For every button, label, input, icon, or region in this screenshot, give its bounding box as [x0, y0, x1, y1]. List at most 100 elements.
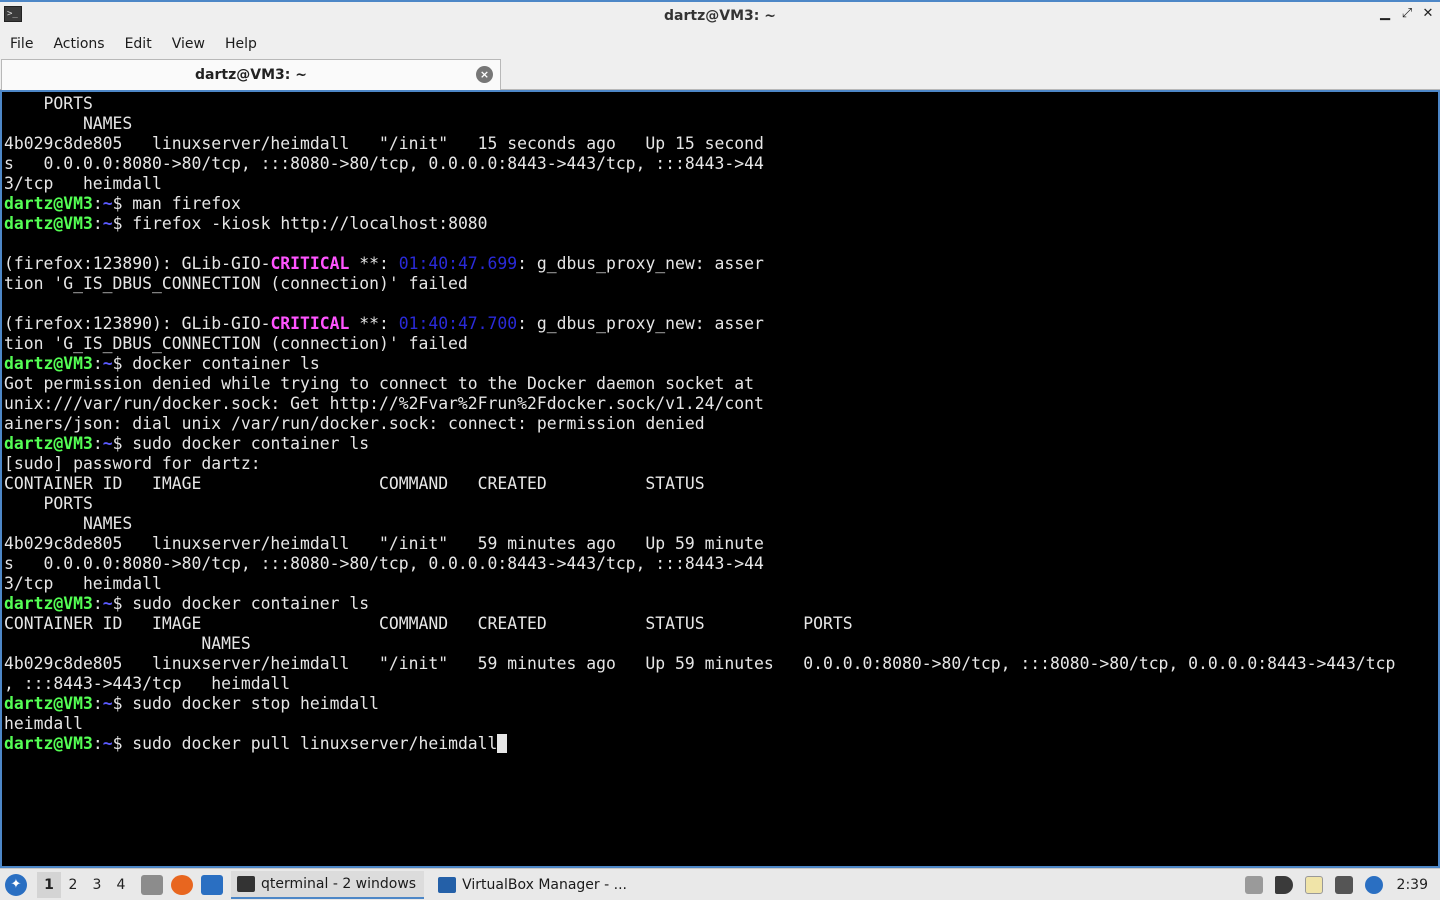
terminal-text: **: [349, 254, 399, 273]
terminal-line: 3/tcp heimdall [4, 574, 1395, 594]
terminal-text: tion 'G_IS_DBUS_CONNECTION (connection)'… [4, 334, 468, 353]
terminal-text: 3/tcp heimdall [4, 574, 162, 593]
terminal-text: NAMES [4, 114, 133, 133]
notification-icon[interactable] [1364, 875, 1383, 894]
terminal-text: CONTAINER ID IMAGE COMMAND CREATED STATU… [4, 474, 705, 493]
terminal-line: NAMES [4, 114, 1395, 134]
terminal-text: $ sudo docker pull linuxserver/heimdall [112, 734, 498, 753]
terminal-line: dartz@VM3:~$ firefox -kiosk http://local… [4, 214, 1395, 234]
terminal-app-icon[interactable]: >_ [4, 6, 22, 22]
terminal-text: tion 'G_IS_DBUS_CONNECTION (connection)'… [4, 274, 468, 293]
terminal-text: s 0.0.0.0:8080->80/tcp, :::8080->80/tcp,… [4, 154, 764, 173]
terminal-text: : [92, 594, 103, 613]
terminal-text: : g_dbus_proxy_new: asser [517, 314, 764, 333]
maximize-icon[interactable]: ⤢ [1398, 6, 1416, 21]
terminal-text: , :::8443->443/tcp heimdall [4, 674, 291, 693]
volume-icon[interactable] [1274, 875, 1293, 894]
tray-eject-icon[interactable] [1244, 875, 1263, 894]
terminal-line: NAMES [4, 634, 1395, 654]
desktop-4[interactable]: 4 [109, 872, 133, 898]
terminal-line: dartz@VM3:~$ sudo docker container ls [4, 594, 1395, 614]
text-cursor [497, 734, 508, 753]
terminal-prompt: dartz@VM3 [4, 194, 93, 213]
system-tray: 2:39 [1239, 869, 1440, 900]
terminal-line: (firefox:123890): GLib-GIO-CRITICAL **: … [4, 314, 1395, 334]
terminal-text: **: [349, 314, 399, 333]
terminal-line: s 0.0.0.0:8080->80/tcp, :::8080->80/tcp,… [4, 554, 1395, 574]
terminal-tilde: ~ [102, 194, 113, 213]
terminal-line: 4b029c8de805 linuxserver/heimdall "/init… [4, 654, 1395, 674]
terminal-line: NAMES [4, 514, 1395, 534]
terminal-text: 4b029c8de805 linuxserver/heimdall "/init… [4, 654, 1396, 673]
terminal-text: PORTS [4, 94, 93, 113]
menu-actions[interactable]: Actions [43, 36, 114, 52]
terminal-output: PORTS NAMES 4b029c8de805 linuxserver/heim… [4, 94, 1395, 754]
terminal-text: : g_dbus_proxy_new: asser [517, 254, 764, 273]
tab-label: dartz@VM3: ~ [195, 67, 307, 83]
terminal-line: heimdall [4, 714, 1395, 734]
terminal-text: heimdall [4, 714, 83, 733]
desktop-1[interactable]: 1 [37, 871, 61, 898]
menu-bar: File Actions Edit View Help [0, 30, 1440, 57]
terminal-icon [237, 875, 255, 892]
terminal-line: dartz@VM3:~$ man firefox [4, 194, 1395, 214]
terminal-text: $ sudo docker container ls [112, 594, 370, 613]
terminal-line: tion 'G_IS_DBUS_CONNECTION (connection)'… [4, 334, 1395, 354]
terminal-text: : [92, 694, 103, 713]
terminal-text: [sudo] password for dartz: [4, 454, 261, 473]
menu-file[interactable]: File [0, 36, 43, 52]
terminal-line: unix:///var/run/docker.sock: Get http://… [4, 394, 1395, 414]
terminal-tilde: ~ [102, 434, 113, 453]
terminal-line: PORTS [4, 494, 1395, 514]
terminal-line: [sudo] password for dartz: [4, 454, 1395, 474]
window-titlebar[interactable]: >_ dartz@VM3: ~ ▁ ⤢ ✕ [0, 0, 1440, 30]
task-qterminal[interactable]: qterminal - 2 windows [231, 870, 425, 899]
terminal-text: NAMES [4, 514, 133, 533]
terminal-area[interactable]: PORTS NAMES 4b029c8de805 linuxserver/heim… [0, 90, 1440, 868]
desktop-icon[interactable] [201, 874, 223, 895]
terminal-tab[interactable]: dartz@VM3: ~ × [1, 59, 501, 90]
clipboard-icon[interactable] [1304, 875, 1323, 894]
menu-help[interactable]: Help [215, 36, 267, 52]
task-label: VirtualBox Manager - ... [462, 876, 627, 893]
terminal-text: : [92, 354, 103, 373]
terminal-text: unix:///var/run/docker.sock: Get http://… [4, 394, 764, 413]
terminal-prompt: dartz@VM3 [4, 214, 93, 233]
clock[interactable]: 2:39 [1397, 877, 1428, 893]
terminal-line: ainers/json: dial unix /var/run/docker.s… [4, 414, 1395, 434]
taskbar: ✦ 1 2 3 4 qterminal - 2 windows VirtualB… [0, 868, 1440, 900]
terminal-line: , :::8443->443/tcp heimdall [4, 674, 1395, 694]
terminal-prompt: dartz@VM3 [4, 434, 93, 453]
virtualbox-icon [438, 876, 457, 893]
terminal-line: 3/tcp heimdall [4, 174, 1395, 194]
terminal-text: : [92, 434, 103, 453]
terminal-line: Got permission denied while trying to co… [4, 374, 1395, 394]
firefox-icon[interactable] [171, 874, 193, 895]
menu-view[interactable]: View [162, 36, 215, 52]
terminal-prompt: dartz@VM3 [4, 694, 93, 713]
terminal-tilde: ~ [102, 594, 113, 613]
desktop-2[interactable]: 2 [61, 872, 85, 898]
file-manager-icon[interactable] [141, 874, 163, 895]
terminal-text: $ sudo docker stop heimdall [112, 694, 379, 713]
desktop-3[interactable]: 3 [85, 872, 109, 898]
close-icon[interactable]: ✕ [1419, 6, 1437, 21]
window-title: dartz@VM3: ~ [664, 8, 776, 24]
menu-edit[interactable]: Edit [115, 36, 162, 52]
terminal-prompt: dartz@VM3 [4, 734, 93, 753]
terminal-line: dartz@VM3:~$ sudo docker container ls [4, 434, 1395, 454]
terminal-text: ainers/json: dial unix /var/run/docker.s… [4, 414, 705, 433]
terminal-text: Got permission denied while trying to co… [4, 374, 754, 393]
terminal-tilde: ~ [102, 694, 113, 713]
terminal-text: $ sudo docker container ls [112, 434, 370, 453]
lxqt-menu-icon[interactable]: ✦ [5, 873, 27, 896]
terminal-line: dartz@VM3:~$ sudo docker stop heimdall [4, 694, 1395, 714]
terminal-text: : [92, 194, 103, 213]
task-virtualbox[interactable]: VirtualBox Manager - ... [432, 871, 635, 899]
network-icon[interactable] [1334, 875, 1353, 894]
terminal-ts: 01:40:47.700 [398, 314, 518, 333]
tab-close-icon[interactable]: × [476, 66, 493, 83]
minimize-icon[interactable]: ▁ [1376, 6, 1394, 21]
terminal-prompt: dartz@VM3 [4, 594, 93, 613]
